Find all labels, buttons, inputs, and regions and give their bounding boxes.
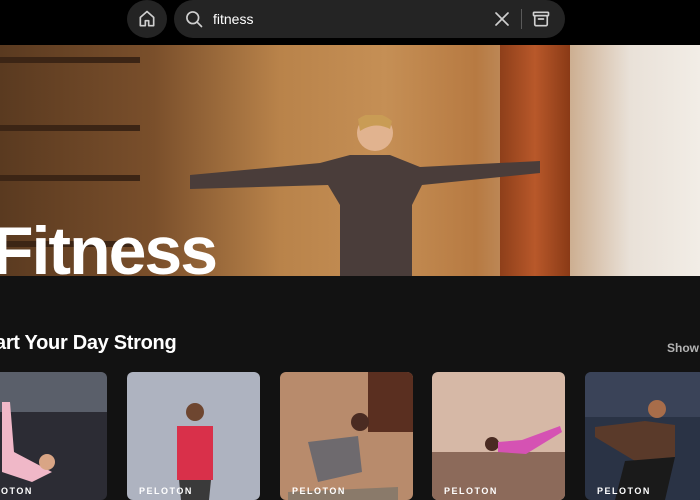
home-icon bbox=[139, 10, 155, 27]
card-person bbox=[2, 402, 55, 482]
playlist-card[interactable]: PELOTON bbox=[585, 372, 700, 500]
card-brand: PELOTON bbox=[444, 486, 498, 496]
woman-figure bbox=[190, 115, 540, 276]
divider bbox=[521, 9, 522, 29]
card-person bbox=[595, 400, 675, 500]
shelf bbox=[0, 175, 140, 181]
browse-icon[interactable] bbox=[531, 9, 551, 29]
home-button[interactable] bbox=[127, 0, 167, 38]
playlist-card[interactable]: PELOTON bbox=[127, 372, 260, 500]
section-title: art Your Day Strong bbox=[0, 332, 177, 354]
card-brand: PELOTON bbox=[597, 486, 651, 496]
top-bar: fitness bbox=[0, 0, 700, 45]
card-brand: PELOTON bbox=[139, 486, 193, 496]
card-person bbox=[485, 426, 562, 454]
hero-banner[interactable]: Fitness bbox=[0, 45, 700, 276]
card-brand: LOTON bbox=[0, 486, 33, 496]
playlist-card[interactable]: LOTON bbox=[0, 372, 107, 500]
playlist-card[interactable]: PELOTON bbox=[280, 372, 413, 500]
search-icon bbox=[186, 11, 203, 28]
card-brand: PELOTON bbox=[292, 486, 346, 496]
hero-title: Fitness bbox=[0, 213, 218, 276]
shelf bbox=[0, 57, 140, 63]
show-all-link[interactable]: Show a bbox=[667, 341, 700, 355]
search-input[interactable]: fitness bbox=[213, 11, 253, 27]
playlist-card[interactable]: PELOTON bbox=[432, 372, 565, 500]
close-icon[interactable] bbox=[493, 10, 511, 28]
search-bar[interactable]: fitness bbox=[174, 0, 565, 38]
shelf bbox=[0, 125, 140, 131]
